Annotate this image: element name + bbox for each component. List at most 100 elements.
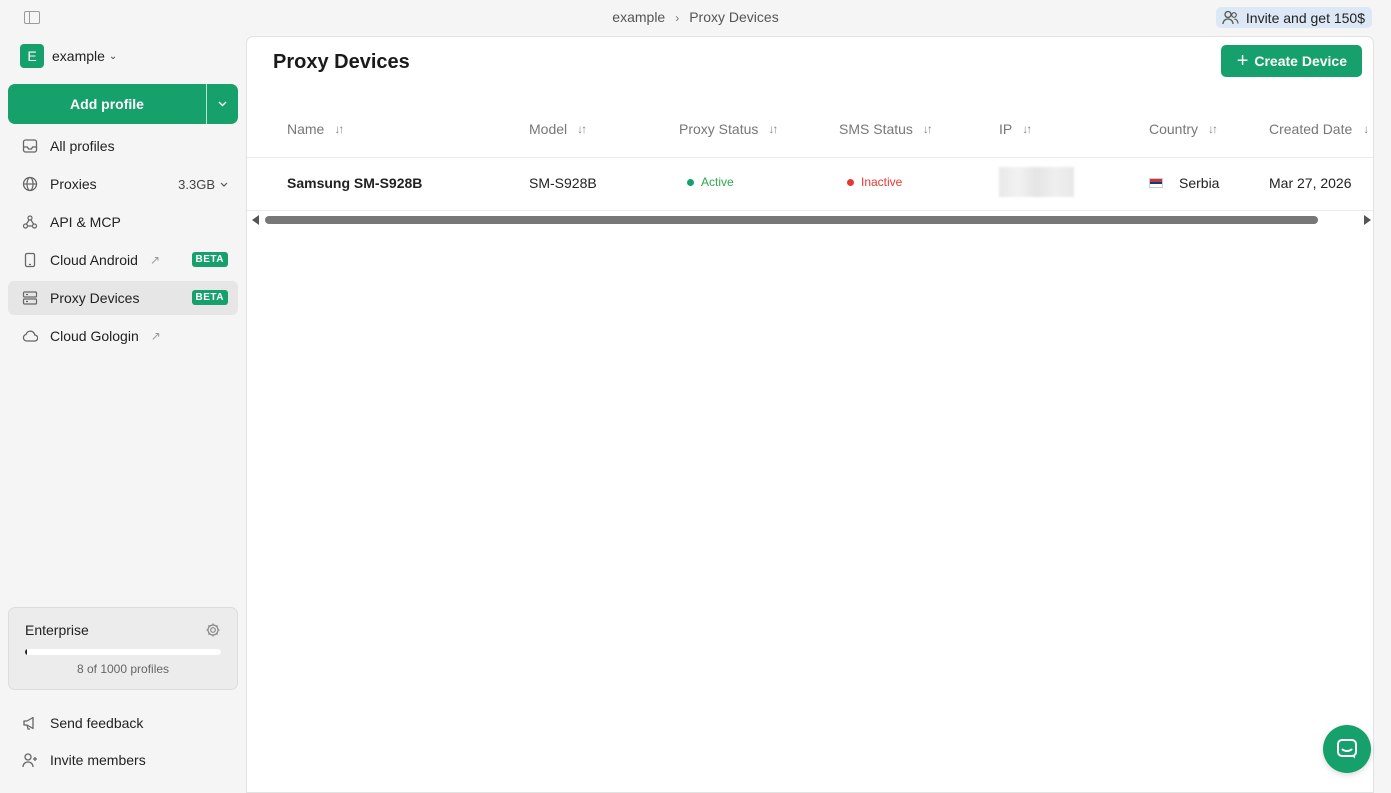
plus-icon: + — [1236, 50, 1249, 72]
breadcrumb-workspace[interactable]: example — [612, 9, 665, 25]
workspace-switcher[interactable]: E example ⌄ — [20, 44, 117, 68]
server-icon — [22, 290, 38, 306]
cell-ip-redacted — [999, 167, 1074, 197]
devices-table: Name ↓↑ Model ↓↑ Proxy Status ↓↑ SMS Status… — [247, 107, 1373, 211]
inbox-icon — [22, 138, 38, 154]
column-header-label: Proxy Status — [679, 121, 759, 137]
status-dot-active — [687, 178, 694, 186]
sort-icon[interactable]: ↓↑ — [923, 122, 933, 136]
cell-sms-status: Inactive — [847, 175, 902, 189]
sidebar-item-cloud-gologin[interactable]: Cloud Gologin ↗ — [8, 319, 238, 353]
megaphone-icon — [22, 715, 38, 731]
add-profile-dropdown[interactable] — [207, 84, 238, 124]
plan-profile-count: 8 of 1000 profiles — [76, 662, 170, 676]
add-profile-split-button: Add profile — [8, 84, 238, 124]
page-title: Proxy Devices — [273, 51, 410, 73]
invite-label: Invite and get 150$ — [1245, 9, 1365, 26]
breadcrumb-separator: › — [675, 11, 680, 25]
breadcrumb-current: Proxy Devices — [689, 9, 779, 25]
sort-icon[interactable]: ↓↑ — [1208, 122, 1218, 136]
sidebar: E example ⌄ Add profile All profiles Pro… — [0, 36, 246, 793]
chevron-down-icon — [218, 101, 227, 107]
sort-icon[interactable]: ↓↑ — [577, 122, 587, 136]
sort-icon[interactable]: ↓↑ — [1022, 122, 1032, 136]
cell-created-date: Mar 27, 2026 — [1269, 175, 1352, 191]
cell-model: SM-S928B — [529, 175, 597, 191]
sort-icon[interactable]: ↓↑ — [334, 122, 344, 136]
user-plus-icon — [22, 752, 38, 768]
send-feedback-label: Send feedback — [50, 715, 144, 731]
plan-usage-fill — [25, 649, 27, 655]
workspace-avatar: E — [20, 44, 44, 68]
add-profile-label: Add profile — [70, 96, 144, 112]
webhook-icon — [22, 214, 38, 230]
cloud-icon — [22, 328, 38, 344]
scroll-left-arrow-icon[interactable] — [252, 215, 259, 225]
sidebar-item-proxy-devices[interactable]: Proxy Devices BETA — [8, 281, 238, 315]
country-label: Serbia — [1179, 175, 1220, 191]
plan-name: Enterprise — [25, 622, 89, 638]
sort-desc-icon[interactable]: ↓ — [1363, 122, 1369, 136]
sidebar-item-label: Cloud Android — [50, 252, 138, 268]
sidebar-bottom-links: Send feedback Invite members — [8, 706, 238, 780]
invite-reward-button[interactable]: Invite and get 150$ — [1215, 7, 1372, 28]
invite-members-label: Invite members — [50, 752, 146, 768]
beta-badge: BETA — [191, 290, 228, 305]
sort-icon[interactable]: ↓↑ — [768, 122, 778, 136]
workspace-name: example — [52, 48, 105, 64]
external-link-icon: ↗ — [150, 329, 161, 343]
proxies-usage-value: 3.3GB — [178, 176, 215, 192]
column-header-country[interactable]: Country ↓↑ — [1149, 121, 1218, 137]
column-header-proxy-status[interactable]: Proxy Status ↓↑ — [679, 121, 778, 137]
cell-country: Serbia — [1149, 175, 1219, 191]
create-device-label: Create Device — [1254, 53, 1347, 69]
main-panel: Proxy Devices + Create Device Name ↓↑ Mod… — [246, 36, 1374, 793]
breadcrumb: example › Proxy Devices — [0, 9, 1391, 25]
globe-icon — [22, 176, 38, 192]
table-header: Name ↓↑ Model ↓↑ Proxy Status ↓↑ SMS Status… — [247, 107, 1373, 158]
column-header-ip[interactable]: IP ↓↑ — [999, 121, 1032, 137]
column-header-sms-status[interactable]: SMS Status ↓↑ — [839, 121, 933, 137]
column-header-label: SMS Status — [839, 121, 913, 137]
sidebar-item-label: Proxies — [50, 176, 97, 192]
top-bar: example › Proxy Devices Invite and get 150… — [0, 0, 1391, 36]
sidebar-item-api[interactable]: API & MCP — [8, 205, 238, 239]
column-header-label: Created Date — [1269, 121, 1353, 137]
sidebar-item-label: All profiles — [50, 138, 115, 154]
beta-badge: BETA — [191, 252, 228, 267]
scrollbar-thumb[interactable] — [265, 216, 1318, 224]
proxy-status-label: Active — [701, 175, 734, 189]
sidebar-item-proxies[interactable]: Proxies 3.3GB — [8, 167, 238, 201]
column-header-label: Model — [529, 121, 568, 137]
phone-icon — [22, 252, 38, 268]
horizontal-scrollbar[interactable] — [247, 212, 1373, 228]
column-header-label: Country — [1149, 121, 1199, 137]
send-feedback-button[interactable]: Send feedback — [8, 706, 238, 740]
plan-usage-bar — [25, 649, 221, 655]
add-profile-button[interactable]: Add profile — [8, 84, 207, 124]
serbia-flag-icon — [1149, 178, 1163, 188]
invite-members-button[interactable]: Invite members — [8, 743, 238, 777]
column-header-label: Name — [287, 121, 325, 137]
cell-proxy-status: Active — [687, 175, 734, 189]
status-dot-inactive — [847, 178, 854, 186]
sidebar-item-label: Cloud Gologin — [50, 328, 139, 344]
plan-card: Enterprise 8 of 1000 profiles — [8, 607, 238, 690]
sidebar-item-all-profiles[interactable]: All profiles — [8, 129, 238, 163]
column-header-created-date[interactable]: Created Date ↓ — [1269, 121, 1369, 137]
create-device-button[interactable]: + Create Device — [1220, 45, 1362, 77]
scroll-right-arrow-icon[interactable] — [1364, 215, 1371, 225]
sms-status-label: Inactive — [861, 175, 903, 189]
table-row[interactable]: Samsung SM-S928B SM-S928B Active Inactiv… — [247, 158, 1373, 211]
chat-icon — [1337, 739, 1357, 759]
sidebar-item-cloud-android[interactable]: Cloud Android ↗ BETA — [8, 243, 238, 277]
chevron-down-icon — [220, 182, 228, 187]
proxies-usage[interactable]: 3.3GB — [178, 177, 228, 192]
column-header-name[interactable]: Name ↓↑ — [287, 121, 344, 137]
gear-icon[interactable] — [205, 622, 221, 643]
sidebar-nav: All profiles Proxies 3.3GB API & MCP Clo… — [8, 129, 238, 357]
external-link-icon: ↗ — [149, 253, 161, 267]
chevron-down-icon: ⌄ — [108, 50, 118, 62]
support-chat-button[interactable] — [1323, 725, 1371, 773]
column-header-model[interactable]: Model ↓↑ — [529, 121, 587, 137]
